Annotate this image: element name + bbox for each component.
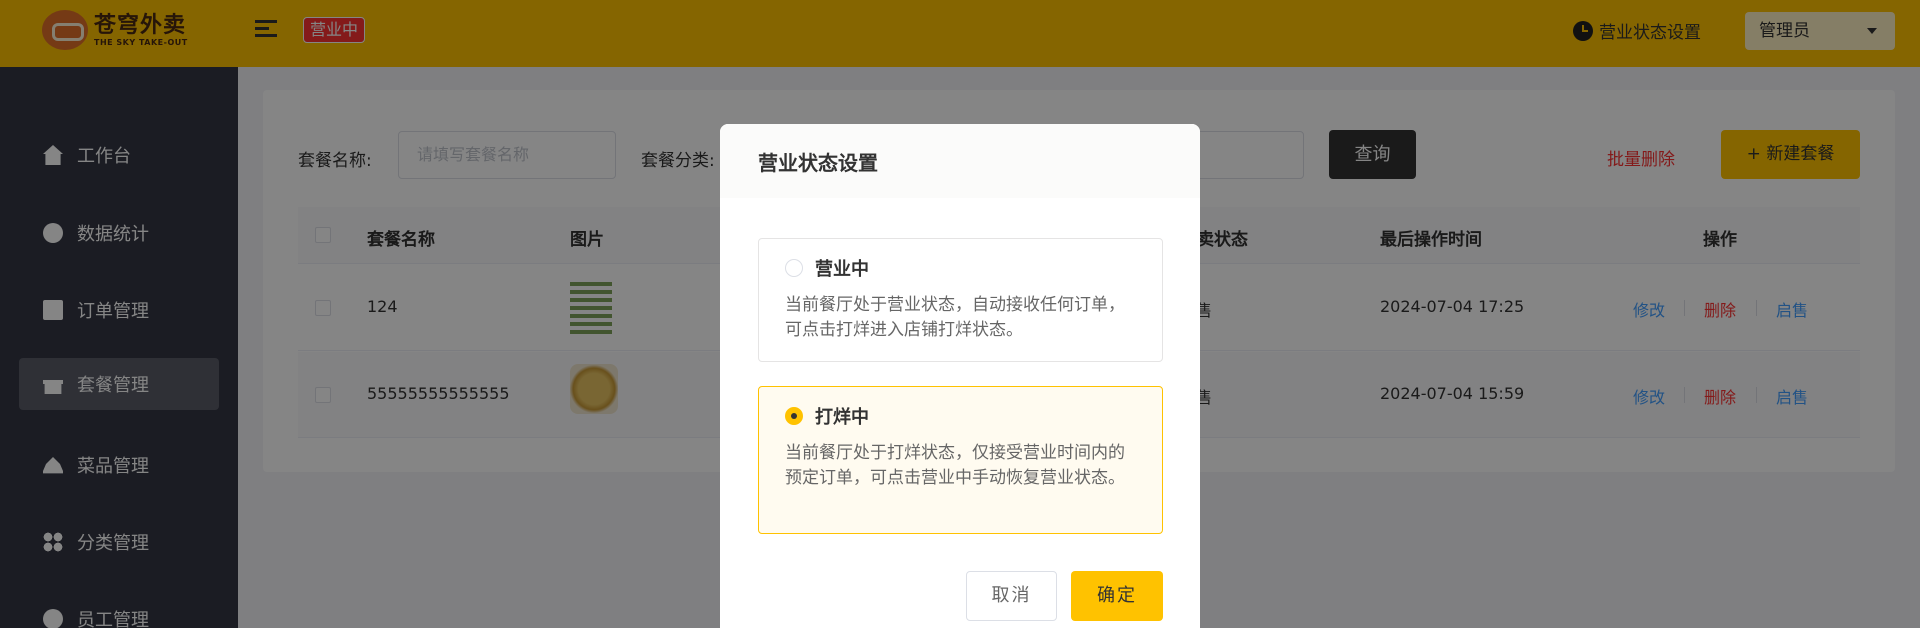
confirm-button[interactable]: 确定 bbox=[1071, 571, 1163, 621]
status-option-closed[interactable]: 打烊中 当前餐厅处于打烊状态，仅接受营业时间内的预定订单，可点击营业中手动恢复营… bbox=[758, 386, 1163, 534]
option-title: 营业中 bbox=[815, 259, 869, 280]
radio-open[interactable] bbox=[785, 259, 803, 277]
cancel-button[interactable]: 取消 bbox=[966, 571, 1057, 621]
option-description: 当前餐厅处于打烊状态，仅接受营业时间内的预定订单，可点击营业中手动恢复营业状态。 bbox=[785, 443, 1125, 488]
status-setting-dialog: 营业状态设置 营业中 当前餐厅处于营业状态，自动接收任何订单，可点击打烊进入店铺… bbox=[720, 124, 1200, 628]
option-description: 当前餐厅处于营业状态，自动接收任何订单，可点击打烊进入店铺打烊状态。 bbox=[785, 295, 1125, 340]
status-option-open[interactable]: 营业中 当前餐厅处于营业状态，自动接收任何订单，可点击打烊进入店铺打烊状态。 bbox=[758, 238, 1163, 362]
radio-closed[interactable] bbox=[785, 407, 803, 425]
option-title: 打烊中 bbox=[815, 407, 869, 428]
dialog-title: 营业状态设置 bbox=[720, 124, 1200, 198]
